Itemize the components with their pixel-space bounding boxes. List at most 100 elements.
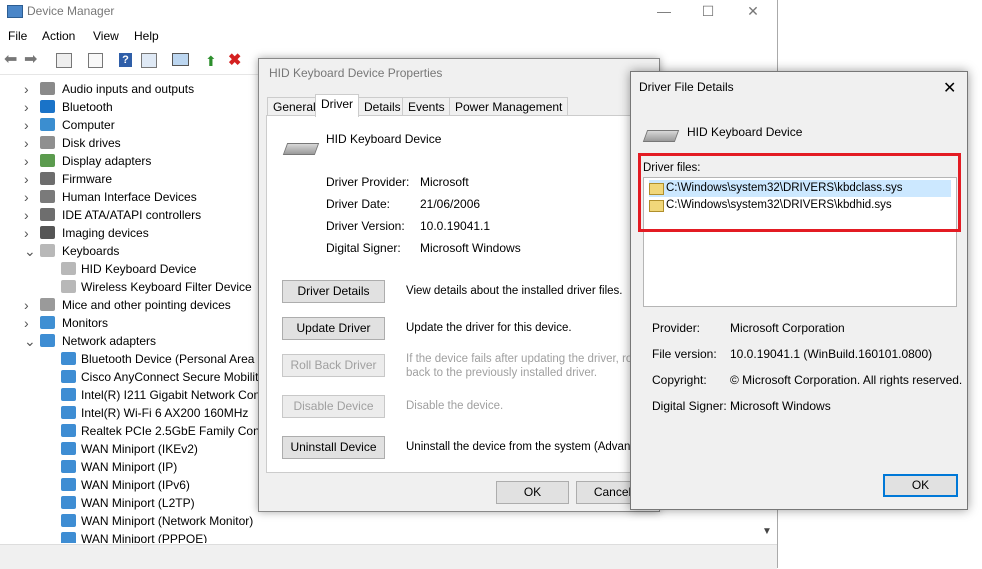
menu-help[interactable]: Help bbox=[134, 29, 159, 43]
property-value: Microsoft Windows bbox=[420, 241, 521, 255]
tree-item-label: Monitors bbox=[62, 316, 109, 330]
disable-device-description: Disable the device. bbox=[406, 400, 504, 412]
horizontal-scrollbar[interactable] bbox=[0, 544, 777, 569]
tree-item-label: Disk drives bbox=[62, 136, 121, 150]
uninstall-device-icon[interactable]: ✖ bbox=[228, 53, 244, 69]
mouse-icon bbox=[40, 298, 55, 311]
forward-arrow-icon[interactable]: ➡ bbox=[24, 52, 40, 69]
firmware-icon bbox=[40, 172, 55, 185]
chevron-down-icon[interactable]: ⌄ bbox=[24, 332, 36, 350]
keyboard-icon bbox=[61, 262, 76, 275]
dialog-title: Driver File Details bbox=[639, 80, 734, 94]
tree-item-label: Bluetooth Device (Personal Area N bbox=[81, 352, 267, 366]
chevron-right-icon[interactable]: › bbox=[24, 80, 36, 98]
network-icon bbox=[61, 406, 76, 419]
network-icon bbox=[40, 334, 55, 347]
tree-item-label: Bluetooth bbox=[62, 100, 113, 114]
tree-item-label: Firmware bbox=[62, 172, 112, 186]
property-value: 21/06/2006 bbox=[420, 197, 481, 211]
chevron-right-icon[interactable]: › bbox=[24, 152, 36, 170]
computer-icon bbox=[40, 118, 55, 131]
driver-details-button[interactable]: Driver Details bbox=[282, 280, 385, 303]
tab-driver[interactable]: Driver bbox=[315, 94, 359, 117]
network-icon bbox=[61, 388, 76, 401]
tree-item[interactable]: WAN Miniport (Network Monitor) bbox=[58, 512, 758, 530]
list-view-icon[interactable] bbox=[88, 53, 103, 68]
driver-files-highlight bbox=[638, 153, 961, 232]
network-icon bbox=[61, 514, 76, 527]
scan-hardware-icon[interactable] bbox=[172, 53, 189, 66]
chevron-right-icon[interactable]: › bbox=[24, 314, 36, 332]
device-name: HID Keyboard Device bbox=[326, 132, 442, 146]
tree-item-label: IDE ATA/ATAPI controllers bbox=[62, 208, 202, 222]
chevron-down-icon[interactable]: ⌄ bbox=[24, 242, 36, 260]
network-icon bbox=[61, 460, 76, 473]
property-key: Driver Provider: bbox=[326, 175, 410, 189]
tree-item-label: Wireless Keyboard Filter Device bbox=[81, 280, 252, 294]
tab-details[interactable]: Details bbox=[358, 97, 407, 116]
roll-back-driver-button: Roll Back Driver bbox=[282, 354, 385, 377]
bluetooth-icon bbox=[40, 100, 55, 113]
menu-bar: File Action View Help bbox=[0, 26, 777, 46]
tree-item[interactable]: WAN Miniport (PPPOE) bbox=[58, 530, 758, 543]
chevron-right-icon[interactable]: › bbox=[24, 188, 36, 206]
menu-action[interactable]: Action bbox=[42, 29, 75, 43]
update-driver-button[interactable]: Update Driver bbox=[282, 317, 385, 340]
disk-icon bbox=[40, 136, 55, 149]
keyboard-icon bbox=[61, 280, 76, 293]
ide-icon bbox=[40, 208, 55, 221]
uninstall-device-button[interactable]: Uninstall Device bbox=[282, 436, 385, 459]
tree-item-label: Realtek PCIe 2.5GbE Family Contro bbox=[81, 424, 274, 438]
info-value: © Microsoft Corporation. All rights rese… bbox=[730, 373, 963, 387]
device-manager-app-icon bbox=[7, 5, 23, 18]
chevron-right-icon[interactable]: › bbox=[24, 134, 36, 152]
info-value: Microsoft Windows bbox=[730, 399, 831, 413]
property-value: Microsoft bbox=[420, 175, 469, 189]
network-icon bbox=[61, 532, 76, 543]
properties-icon[interactable] bbox=[56, 53, 72, 68]
tab-general[interactable]: General bbox=[267, 97, 322, 116]
help-icon[interactable]: ? bbox=[119, 53, 132, 67]
driver-file-details-dialog: Driver File Details ✕ HID Keyboard Devic… bbox=[630, 71, 968, 510]
hid-properties-dialog: HID Keyboard Device Properties General D… bbox=[258, 58, 660, 512]
tree-item-label: Audio inputs and outputs bbox=[62, 82, 195, 96]
ok-button[interactable]: OK bbox=[883, 474, 958, 497]
network-icon bbox=[61, 496, 76, 509]
scroll-down-icon[interactable]: ▼ bbox=[762, 526, 772, 537]
menu-view[interactable]: View bbox=[93, 29, 119, 43]
chevron-right-icon[interactable]: › bbox=[24, 116, 36, 134]
display-adapter-icon bbox=[40, 154, 55, 167]
update-driver-icon[interactable]: ⬆ bbox=[205, 53, 221, 69]
tree-item-label: Display adapters bbox=[62, 154, 152, 168]
tree-item-label: WAN Miniport (IPv6) bbox=[81, 478, 190, 492]
tree-item-label: Keyboards bbox=[62, 244, 120, 258]
network-icon bbox=[61, 478, 76, 491]
chevron-right-icon[interactable]: › bbox=[24, 206, 36, 224]
speaker-icon bbox=[40, 82, 55, 95]
close-button[interactable]: ✕ bbox=[731, 2, 775, 20]
back-arrow-icon[interactable]: ⬅ bbox=[4, 52, 20, 69]
chevron-right-icon[interactable]: › bbox=[24, 224, 36, 242]
tree-item-label: WAN Miniport (PPPOE) bbox=[81, 532, 208, 543]
chevron-right-icon[interactable]: › bbox=[24, 296, 36, 314]
maximize-button[interactable]: ☐ bbox=[686, 2, 730, 20]
driver-details-description: View details about the installed driver … bbox=[406, 285, 623, 297]
camera-icon bbox=[40, 226, 55, 239]
tree-item-label: Intel(R) Wi-Fi 6 AX200 160MHz bbox=[81, 406, 249, 420]
title-bar: Device Manager — ☐ ✕ bbox=[0, 0, 777, 22]
keyboard-icon bbox=[40, 244, 55, 257]
property-key: Driver Version: bbox=[326, 219, 405, 233]
menu-file[interactable]: File bbox=[8, 29, 27, 43]
network-icon bbox=[61, 352, 76, 365]
resources-icon[interactable] bbox=[141, 53, 157, 68]
close-icon[interactable]: ✕ bbox=[943, 78, 956, 98]
info-key: Digital Signer: bbox=[652, 399, 727, 413]
chevron-right-icon[interactable]: › bbox=[24, 98, 36, 116]
ok-button[interactable]: OK bbox=[496, 481, 569, 504]
minimize-button[interactable]: — bbox=[642, 2, 686, 20]
tab-events[interactable]: Events bbox=[402, 97, 451, 116]
chevron-right-icon[interactable]: › bbox=[24, 170, 36, 188]
tab-power-management[interactable]: Power Management bbox=[449, 97, 569, 116]
window-title: Device Manager bbox=[27, 4, 115, 18]
tree-item-label: WAN Miniport (IKEv2) bbox=[81, 442, 198, 456]
